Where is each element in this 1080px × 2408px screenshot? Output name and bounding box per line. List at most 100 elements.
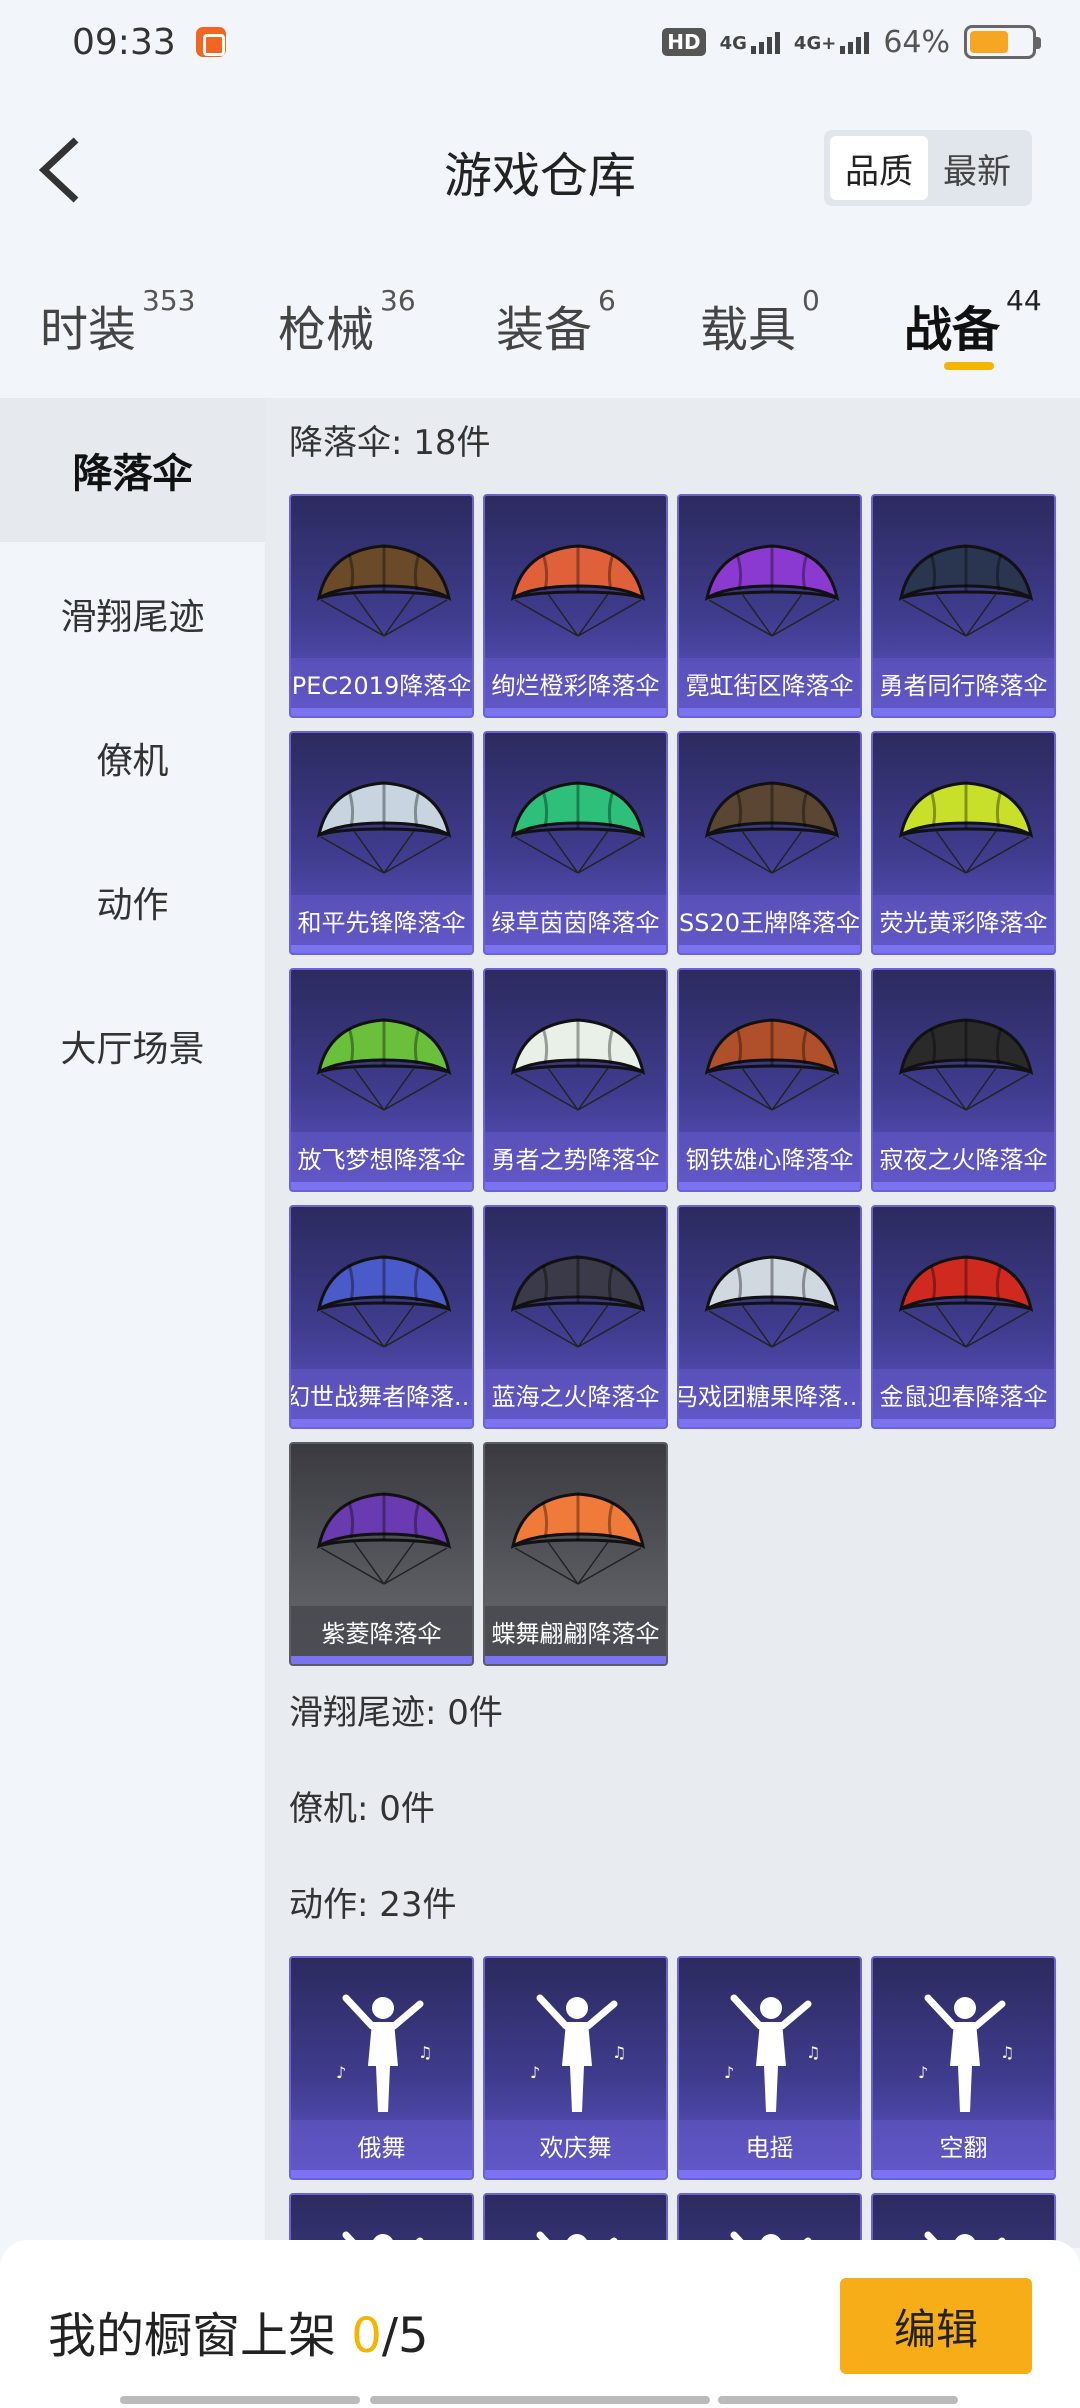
showcase-count: 我的橱窗上架 0/5 (48, 2308, 429, 2364)
emote-grid: ♪♫俄舞♪♫欢庆舞♪♫电摇♪♫空翻♪♫♪♫♪♫♪♫ (289, 1956, 1080, 2248)
emote-card[interactable]: ♪ ♫ 俄舞 (289, 1956, 474, 2180)
parachute-icon (309, 1484, 459, 1594)
nav-indicator (120, 2396, 360, 2404)
item-name: 金鼠迎春降落伞 (873, 1369, 1054, 1419)
tab-combat-prep[interactable]: 战备44 (904, 284, 1042, 360)
item-name: PEC2019降落伞 (291, 658, 472, 708)
parachute-card[interactable]: 蝶舞翩翩降落伞 (483, 1442, 668, 1666)
parachute-card[interactable]: 绿草茵茵降落伞 (483, 731, 668, 955)
rarity-bar (291, 1656, 472, 1664)
parachute-card[interactable]: 霓虹街区降落伞 (677, 494, 862, 718)
parachute-card[interactable]: PEC2019降落伞 (289, 494, 474, 718)
rarity-bar (679, 708, 860, 716)
svg-text:♫: ♫ (1000, 2043, 1014, 2062)
parachute-card[interactable]: 荧光黄彩降落伞 (871, 731, 1056, 955)
rarity-bar (291, 708, 472, 716)
parachute-icon (891, 1247, 1041, 1357)
parachute-icon (309, 536, 459, 646)
rarity-bar (873, 1419, 1054, 1427)
nav-indicator (718, 2396, 958, 2404)
battery-icon (964, 25, 1041, 59)
sidebar-item-lobby-scene[interactable]: 大厅场景 (0, 974, 265, 1118)
svg-text:♫: ♫ (612, 2043, 626, 2062)
item-name: 霓虹街区降落伞 (679, 658, 860, 708)
rarity-bar (291, 1419, 472, 1427)
parachute-icon (697, 1010, 847, 1120)
parachute-card[interactable]: 和平先锋降落伞 (289, 731, 474, 955)
rarity-bar (679, 945, 860, 953)
item-name: 蓝海之火降落伞 (485, 1369, 666, 1419)
parachute-card[interactable]: 放飞梦想降落伞 (289, 968, 474, 1192)
item-name: 放飞梦想降落伞 (291, 1132, 472, 1182)
sort-newest-button[interactable]: 最新 (928, 136, 1026, 200)
parachute-icon (697, 1247, 847, 1357)
section-title-trail: 滑翔尾迹: 0件 (289, 1693, 503, 1733)
tab-fashion[interactable]: 时装353 (40, 284, 195, 360)
parachute-icon (503, 773, 653, 883)
tab-gear[interactable]: 装备6 (496, 284, 616, 360)
section-title-wingman: 僚机: 0件 (289, 1789, 435, 1829)
item-name: 勇者之势降落伞 (485, 1132, 666, 1182)
sidebar: 降落伞 滑翔尾迹 僚机 动作 大厅场景 (0, 398, 265, 2248)
tab-guns[interactable]: 枪械36 (278, 284, 416, 360)
parachute-icon (503, 1247, 653, 1357)
parachute-card[interactable]: 紫菱降落伞 (289, 1442, 474, 1666)
parachute-card[interactable]: 金鼠迎春降落伞 (871, 1205, 1056, 1429)
item-list[interactable]: 降落伞: 18件 PEC2019降落伞 绚烂橙彩降落伞 霓虹街区降落伞 勇者同行降落伞… (265, 398, 1080, 2248)
nav-indicator (370, 2396, 710, 2404)
app-notification-icon (195, 27, 226, 57)
sidebar-item-parachute[interactable]: 降落伞 (0, 398, 265, 542)
sidebar-item-emote[interactable]: 动作 (0, 830, 265, 974)
parachute-icon (891, 1010, 1041, 1120)
parachute-card[interactable]: SS20王牌降落伞 (677, 731, 862, 955)
emote-card[interactable]: ♪ ♫ 电摇 (677, 1956, 862, 2180)
tab-active-indicator (944, 362, 994, 370)
parachute-card[interactable]: 钢铁雄心降落伞 (677, 968, 862, 1192)
parachute-icon (891, 536, 1041, 646)
section-title-parachute: 降落伞: 18件 (289, 423, 491, 463)
tab-vehicles[interactable]: 载具0 (700, 284, 820, 360)
parachute-icon (697, 536, 847, 646)
rarity-bar (291, 945, 472, 953)
item-name: 俄舞 (291, 2120, 472, 2170)
parachute-card[interactable]: 蓝海之火降落伞 (483, 1205, 668, 1429)
parachute-card[interactable]: 马戏团糖果降落... (677, 1205, 862, 1429)
rarity-bar (679, 1419, 860, 1427)
parachute-icon (309, 773, 459, 883)
emote-card[interactable]: ♪ ♫ 欢庆舞 (483, 1956, 668, 2180)
rarity-bar (679, 1182, 860, 1190)
svg-text:♪: ♪ (336, 2063, 346, 2082)
parachute-icon (309, 1247, 459, 1357)
rarity-bar (679, 2170, 860, 2178)
item-name: 绚烂橙彩降落伞 (485, 658, 666, 708)
item-name: 紫菱降落伞 (291, 1606, 472, 1656)
edit-button[interactable]: 编辑 (840, 2278, 1032, 2374)
item-name: 钢铁雄心降落伞 (679, 1132, 860, 1182)
sidebar-item-wingman[interactable]: 僚机 (0, 686, 265, 830)
emote-card[interactable]: ♪ ♫ 空翻 (871, 1956, 1056, 2180)
dancer-icon: ♪♫ (716, 1988, 826, 2118)
parachute-icon (891, 773, 1041, 883)
svg-text:♫: ♫ (418, 2043, 432, 2062)
parachute-card[interactable]: 勇者同行降落伞 (871, 494, 1056, 718)
rarity-bar (485, 945, 666, 953)
parachute-icon (697, 773, 847, 883)
parachute-icon (503, 1484, 653, 1594)
parachute-card[interactable]: 寂夜之火降落伞 (871, 968, 1056, 1192)
item-name: 空翻 (873, 2120, 1054, 2170)
rarity-bar (485, 708, 666, 716)
item-name: 寂夜之火降落伞 (873, 1132, 1054, 1182)
item-name: 电摇 (679, 2120, 860, 2170)
item-name: 蝶舞翩翩降落伞 (485, 1606, 666, 1656)
category-tabs: 时装353 枪械36 装备6 载具0 战备44 (0, 270, 1080, 380)
sidebar-item-trail[interactable]: 滑翔尾迹 (0, 542, 265, 686)
rarity-bar (485, 1656, 666, 1664)
parachute-icon (503, 536, 653, 646)
parachute-card[interactable]: 绚烂橙彩降落伞 (483, 494, 668, 718)
rarity-bar (485, 1419, 666, 1427)
sort-quality-button[interactable]: 品质 (830, 136, 928, 200)
parachute-card[interactable]: 幻世战舞者降落... (289, 1205, 474, 1429)
parachute-card[interactable]: 勇者之势降落伞 (483, 968, 668, 1192)
rarity-bar (291, 2170, 472, 2178)
parachute-icon (503, 1010, 653, 1120)
